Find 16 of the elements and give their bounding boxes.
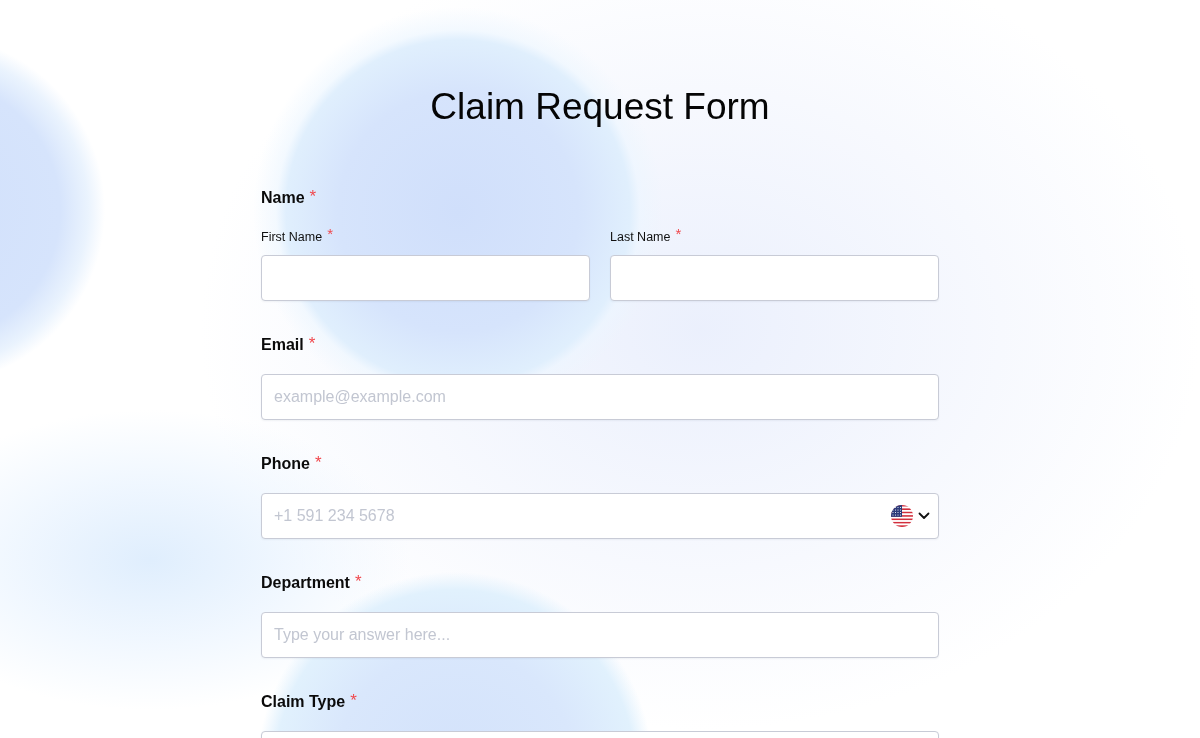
input-field[interactable]	[261, 255, 590, 301]
phone-field[interactable]: +1 591 234 5678	[261, 493, 939, 539]
flag-icon	[891, 505, 913, 527]
field-label: Name *	[261, 187, 318, 208]
field-label: Claim Type *	[261, 691, 358, 712]
country-select-button[interactable]	[891, 505, 930, 527]
form-title: Claim Request Form	[429, 85, 771, 129]
field-label: Phone *	[261, 453, 323, 474]
input-field[interactable]: Type your answer here...	[261, 612, 939, 658]
field-label: Email *	[261, 334, 317, 355]
chevron-down-icon	[918, 512, 930, 520]
field-label: Department *	[261, 572, 363, 593]
sub-label: First Name *	[261, 227, 334, 246]
input-field[interactable]: example@example.com	[261, 374, 939, 420]
sub-label: Last Name *	[610, 227, 683, 246]
input-field[interactable]	[610, 255, 939, 301]
